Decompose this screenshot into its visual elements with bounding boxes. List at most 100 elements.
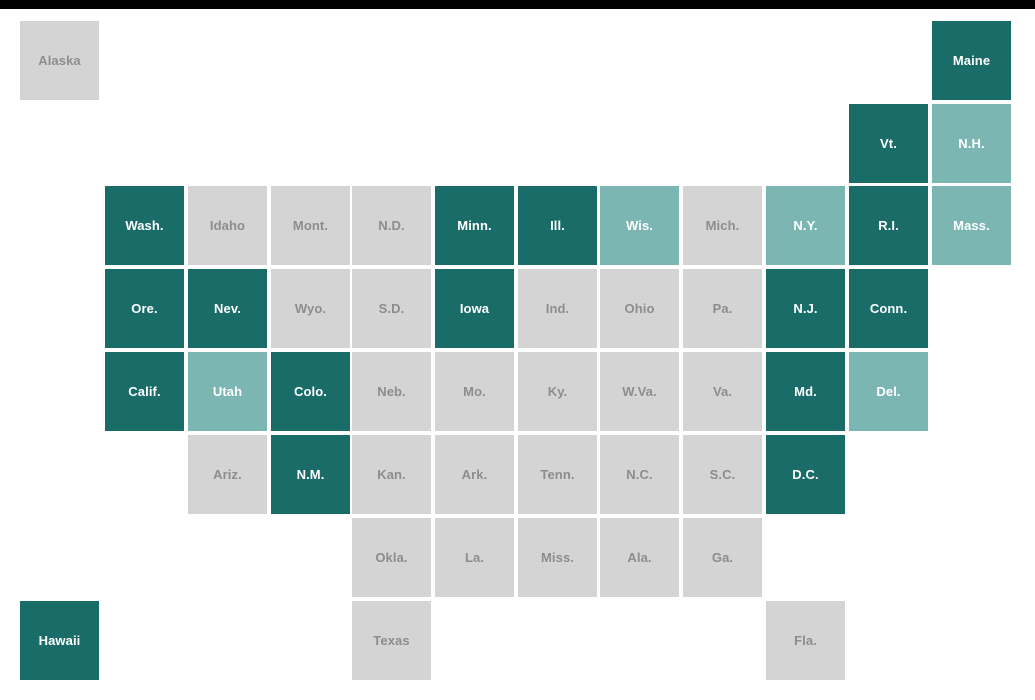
state-label: Okla.	[375, 550, 408, 565]
state-label: Wyo.	[294, 301, 327, 316]
state-cell-w-va[interactable]: W.Va.	[600, 352, 679, 431]
state-label: Ore.	[131, 301, 158, 316]
state-cell-n-d[interactable]: N.D.	[352, 186, 431, 265]
state-cell-r-i[interactable]: R.I.	[849, 186, 928, 265]
state-cell-n-m[interactable]: N.M.	[271, 435, 350, 514]
state-cell-ohio[interactable]: Ohio	[600, 269, 679, 348]
state-cell-del[interactable]: Del.	[849, 352, 928, 431]
state-cell-n-j[interactable]: N.J.	[766, 269, 845, 348]
state-cell-utah[interactable]: Utah	[188, 352, 267, 431]
state-label: W.Va.	[622, 384, 657, 399]
state-cell-maine[interactable]: Maine	[932, 21, 1011, 100]
state-cell-kan[interactable]: Kan.	[352, 435, 431, 514]
state-cell-ind[interactable]: Ind.	[518, 269, 597, 348]
state-cell-ala[interactable]: Ala.	[600, 518, 679, 597]
state-label: Va.	[712, 384, 733, 399]
state-label: Idaho	[209, 218, 246, 233]
state-label: Ohio	[624, 301, 655, 316]
state-label: Ind.	[545, 301, 570, 316]
state-cell-miss[interactable]: Miss.	[518, 518, 597, 597]
state-label: N.J.	[793, 301, 818, 316]
state-cell-hawaii[interactable]: Hawaii	[20, 601, 99, 680]
state-cell-ill[interactable]: Ill.	[518, 186, 597, 265]
state-cell-pa[interactable]: Pa.	[683, 269, 762, 348]
state-cell-mo[interactable]: Mo.	[435, 352, 514, 431]
state-cell-n-c[interactable]: N.C.	[600, 435, 679, 514]
state-label: Mass.	[953, 218, 990, 233]
state-cell-mass[interactable]: Mass.	[932, 186, 1011, 265]
state-cell-n-y[interactable]: N.Y.	[766, 186, 845, 265]
state-label: Hawaii	[38, 633, 81, 648]
state-cell-colo[interactable]: Colo.	[271, 352, 350, 431]
state-label: R.I.	[878, 218, 899, 233]
state-label: Calif.	[128, 384, 161, 399]
state-cell-ky[interactable]: Ky.	[518, 352, 597, 431]
state-cell-ariz[interactable]: Ariz.	[188, 435, 267, 514]
state-label: Kan.	[377, 467, 406, 482]
state-cell-wis[interactable]: Wis.	[600, 186, 679, 265]
state-cell-wash[interactable]: Wash.	[105, 186, 184, 265]
state-cell-iowa[interactable]: Iowa	[435, 269, 514, 348]
state-label: Utah	[212, 384, 243, 399]
state-label: Wis.	[625, 218, 653, 233]
state-cell-calif[interactable]: Calif.	[105, 352, 184, 431]
state-cell-la[interactable]: La.	[435, 518, 514, 597]
state-label: Miss.	[540, 550, 574, 565]
state-label: Texas	[373, 633, 410, 648]
state-label: Fla.	[794, 633, 817, 648]
state-label: D.C.	[792, 467, 819, 482]
state-label: Iowa	[459, 301, 490, 316]
state-cell-d-c[interactable]: D.C.	[766, 435, 845, 514]
state-label: Alaska	[38, 53, 81, 68]
state-label: Ky.	[547, 384, 568, 399]
state-label: N.C.	[626, 467, 653, 482]
state-cell-ore[interactable]: Ore.	[105, 269, 184, 348]
us-state-grid-cartogram: Alaska Maine Vt. N.H. Wash. Idaho Mont. N.D. Min…	[0, 0, 1035, 700]
state-label: S.C.	[709, 467, 736, 482]
state-cell-s-d[interactable]: S.D.	[352, 269, 431, 348]
state-label: Wash.	[125, 218, 164, 233]
state-cell-nev[interactable]: Nev.	[188, 269, 267, 348]
state-cell-vt[interactable]: Vt.	[849, 104, 928, 183]
state-cell-mont[interactable]: Mont.	[271, 186, 350, 265]
state-cell-neb[interactable]: Neb.	[352, 352, 431, 431]
state-cell-md[interactable]: Md.	[766, 352, 845, 431]
state-cell-minn[interactable]: Minn.	[435, 186, 514, 265]
state-label: Pa.	[712, 301, 733, 316]
state-label: Nev.	[214, 301, 241, 316]
state-cell-alaska[interactable]: Alaska	[20, 21, 99, 100]
state-cell-va[interactable]: Va.	[683, 352, 762, 431]
state-label: N.Y.	[793, 218, 818, 233]
state-cell-idaho[interactable]: Idaho	[188, 186, 267, 265]
state-label: Vt.	[880, 136, 897, 151]
state-label: Minn.	[457, 218, 492, 233]
state-label: Ga.	[711, 550, 734, 565]
state-label: S.D.	[378, 301, 405, 316]
state-cell-texas[interactable]: Texas	[352, 601, 431, 680]
state-cell-mich[interactable]: Mich.	[683, 186, 762, 265]
state-label: Ala.	[627, 550, 652, 565]
state-cell-s-c[interactable]: S.C.	[683, 435, 762, 514]
state-label: Ark.	[461, 467, 488, 482]
state-label: Ill.	[550, 218, 565, 233]
state-label: N.D.	[378, 218, 405, 233]
state-label: Neb.	[377, 384, 406, 399]
state-label: N.M.	[296, 467, 325, 482]
state-label: Mo.	[463, 384, 486, 399]
state-label: Conn.	[869, 301, 908, 316]
state-cell-ark[interactable]: Ark.	[435, 435, 514, 514]
state-cell-wyo[interactable]: Wyo.	[271, 269, 350, 348]
state-cell-ga[interactable]: Ga.	[683, 518, 762, 597]
state-cell-fla[interactable]: Fla.	[766, 601, 845, 680]
state-cell-tenn[interactable]: Tenn.	[518, 435, 597, 514]
state-label: Mont.	[292, 218, 329, 233]
state-label: Colo.	[294, 384, 327, 399]
state-cell-conn[interactable]: Conn.	[849, 269, 928, 348]
state-cell-okla[interactable]: Okla.	[352, 518, 431, 597]
state-cell-n-h[interactable]: N.H.	[932, 104, 1011, 183]
state-label: Tenn.	[540, 467, 575, 482]
state-label: Maine	[952, 53, 991, 68]
state-label: Mich.	[705, 218, 740, 233]
state-label: N.H.	[958, 136, 985, 151]
state-label: La.	[464, 550, 485, 565]
